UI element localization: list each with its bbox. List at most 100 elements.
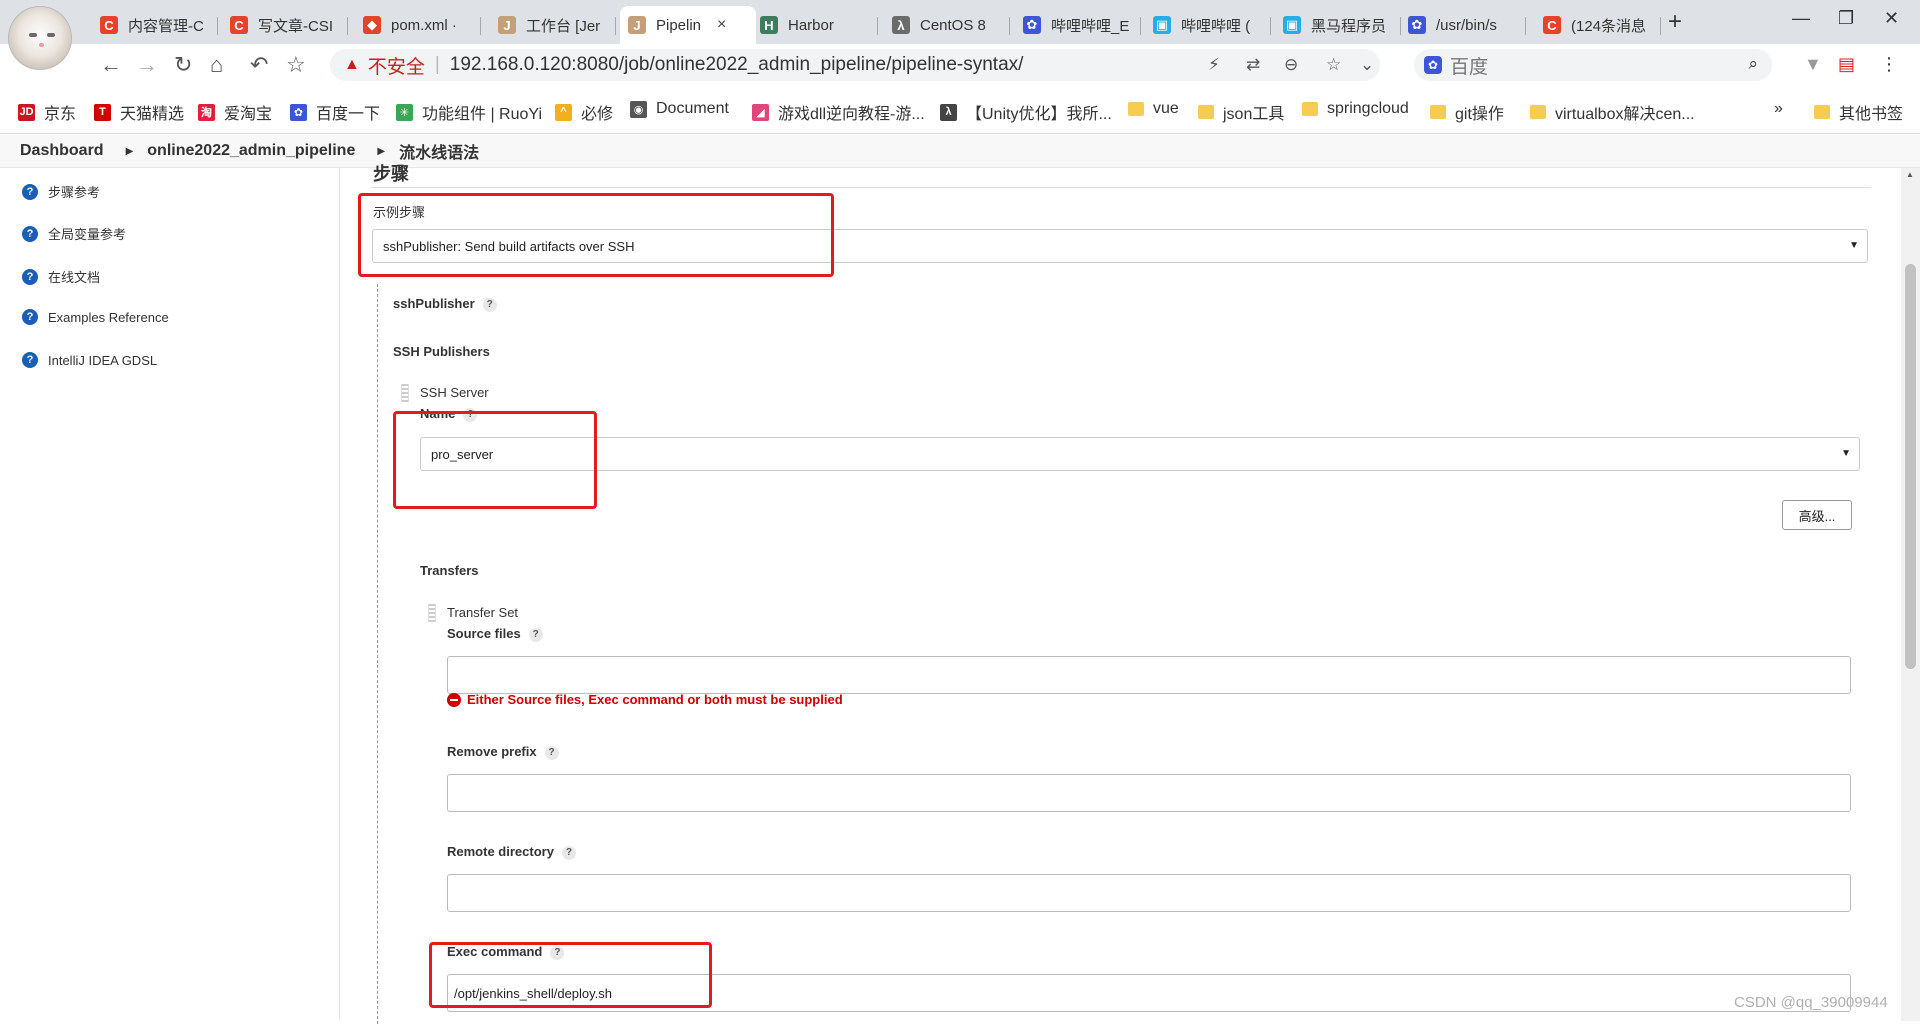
browser-tab[interactable]: ✿ 哔哩哔哩_E	[1015, 6, 1141, 44]
browser-tab[interactable]: ▣ 哔哩哔哩 (	[1145, 6, 1271, 44]
other-bookmarks-folder[interactable]: 其他书签	[1814, 100, 1903, 124]
browser-tab[interactable]: ✿ /usr/bin/s	[1400, 6, 1526, 44]
remove-prefix-input[interactable]	[447, 774, 1851, 812]
new-tab-button[interactable]: +	[1668, 8, 1682, 36]
bookmark-item[interactable]: T 天猫精选	[94, 100, 184, 124]
warning-icon: ▲	[344, 56, 360, 73]
browser-tab[interactable]: H Harbor	[752, 6, 878, 44]
search-box[interactable]: ✿ 百度 ⌕	[1414, 49, 1772, 81]
tab-label: CentOS 8	[920, 16, 986, 34]
highlight-box-exec-command	[429, 942, 712, 1008]
bookmark-item[interactable]: 淘爱淘宝	[198, 100, 272, 124]
breadcrumb-dashboard[interactable]: Dashboard	[20, 142, 104, 160]
sidebar-item-label: 全局变量参考	[48, 227, 127, 242]
maximize-button[interactable]: ❐	[1838, 8, 1854, 29]
home-button[interactable]: ⌂	[210, 52, 223, 78]
browser-tab[interactable]: J 工作台 [Jer	[490, 6, 616, 44]
tab-separator	[480, 17, 481, 35]
browser-tab[interactable]: J Pipelin ×	[620, 6, 756, 44]
url-text[interactable]: 192.168.0.120:8080/job/online2022_admin_…	[450, 54, 1024, 76]
ssh-server-name-select[interactable]: pro_server ▼	[420, 437, 1860, 471]
drag-handle-icon[interactable]	[401, 384, 409, 402]
bookmark-star-icon[interactable]: ☆	[286, 52, 306, 78]
more-bookmarks-button[interactable]: »	[1774, 100, 1783, 118]
bookmark-item[interactable]: springcloud	[1302, 100, 1409, 118]
bookmark-item[interactable]: git操作	[1430, 100, 1504, 124]
tab-label: 哔哩哔哩 (	[1181, 17, 1251, 35]
gitlab-icon: ◆	[363, 16, 381, 34]
bookmark-label: vue	[1153, 100, 1179, 117]
url-separator: |	[434, 54, 440, 75]
bookmark-item[interactable]: ◉ Document	[630, 100, 729, 118]
favorite-icon[interactable]: ☆	[1326, 55, 1341, 75]
window-close-button[interactable]: ✕	[1884, 8, 1899, 29]
profile-avatar[interactable]	[8, 6, 72, 70]
url-bar[interactable]: ▲ 不安全 | 192.168.0.120:8080/job/online202…	[330, 49, 1380, 81]
help-icon[interactable]: ?	[561, 846, 576, 860]
page-scrollbar[interactable]: ▲	[1901, 168, 1920, 1021]
sidebar-item-step-reference[interactable]: ? 步骤参考	[22, 182, 100, 201]
remote-directory-input[interactable]	[447, 874, 1851, 912]
sidebar-item-global-vars[interactable]: ? 全局变量参考	[22, 224, 126, 243]
harbor-icon: H	[760, 16, 778, 34]
bookmark-item[interactable]: vue	[1128, 100, 1179, 118]
browser-tab[interactable]: λ CentOS 8	[884, 6, 1010, 44]
help-icon[interactable]: ?	[544, 746, 559, 760]
advanced-button[interactable]: 高级...	[1782, 500, 1852, 530]
error-text: Either Source files, Exec command or bot…	[467, 692, 843, 707]
browser-tab[interactable]: C (124条消息	[1535, 6, 1661, 44]
bookmark-item[interactable]: λ 【Unity优化】我所...	[940, 100, 1112, 124]
game-icon: ◢	[752, 103, 769, 121]
lightning-icon[interactable]: ⚡	[1208, 55, 1220, 75]
sidebar-item-examples[interactable]: ? Examples Reference	[22, 309, 169, 325]
help-icon[interactable]: ?	[528, 628, 543, 642]
bookmark-item[interactable]: JD 京东	[18, 100, 76, 124]
close-tab-icon[interactable]: ×	[717, 16, 726, 34]
bookmark-item[interactable]: ◢ 游戏dll逆向教程-游...	[752, 100, 925, 124]
bookmark-item[interactable]: virtualbox解决cen...	[1530, 100, 1695, 124]
source-files-input[interactable]	[447, 656, 1851, 694]
drag-handle-icon[interactable]	[428, 604, 436, 622]
chevron-down-icon[interactable]: ⌄	[1360, 55, 1374, 75]
back-button[interactable]: ←	[100, 52, 122, 78]
reload-button[interactable]: ↻	[174, 52, 192, 78]
browser-tab[interactable]: ▣ 黑马程序员	[1275, 6, 1401, 44]
sidebar-item-online-docs[interactable]: ? 在线文档	[22, 267, 100, 286]
tab-label: 写文章-CSI	[258, 17, 334, 35]
zoom-icon[interactable]: ⊖	[1284, 55, 1298, 75]
jenkins-icon: J	[628, 16, 646, 34]
sidebar-item-intellij-gdsl[interactable]: ? IntelliJ IDEA GDSL	[22, 352, 157, 368]
browser-tab[interactable]: C 写文章-CSI	[222, 6, 348, 44]
tab-label: 内容管理-C	[128, 17, 204, 35]
undo-close-button[interactable]: ↶	[250, 52, 268, 78]
forward-button[interactable]: →	[136, 52, 158, 78]
browser-tab[interactable]: ◆ pom.xml ·	[355, 6, 481, 44]
bookmark-item[interactable]: json工具	[1198, 100, 1284, 124]
scrollbar-thumb[interactable]	[1905, 264, 1916, 669]
translate-icon[interactable]: ⇄	[1246, 55, 1260, 75]
bookmark-label: 天猫精选	[120, 106, 185, 123]
sidebar-item-label: 步骤参考	[48, 185, 101, 200]
search-icon[interactable]: ⌕	[1748, 54, 1758, 74]
jenkins-icon: J	[498, 16, 516, 34]
breadcrumb-page[interactable]: 流水线语法	[399, 139, 479, 163]
bookmark-label: virtualbox解决cen...	[1555, 106, 1695, 123]
extension-v-icon[interactable]: ▼	[1804, 54, 1822, 75]
section-title: 步骤	[373, 164, 409, 184]
menu-icon[interactable]: ⋮	[1880, 54, 1898, 75]
breadcrumb-job[interactable]: online2022_admin_pipeline	[147, 142, 355, 160]
tab-separator	[1525, 17, 1526, 35]
bookmark-label: 爱淘宝	[224, 106, 273, 123]
bookmark-item[interactable]: ^ 必修	[555, 100, 613, 124]
help-icon[interactable]: ?	[482, 298, 497, 312]
csdn-icon: C	[100, 16, 118, 34]
insecure-label[interactable]: 不安全	[368, 52, 425, 79]
ruoyi-icon: ✳	[396, 103, 413, 121]
address-bar-row: ← → ↻ ⌂ ↶ ☆ ▲ 不安全 | 192.168.0.120:8080/j…	[0, 44, 1920, 86]
browser-tab[interactable]: C 内容管理-C	[92, 6, 218, 44]
bookmark-item[interactable]: ✳ 功能组件 | RuoYi	[396, 100, 542, 124]
bookmark-item[interactable]: ✿ 百度一下	[290, 100, 380, 124]
scroll-up-icon[interactable]: ▲	[1906, 170, 1914, 179]
pdf-extension-icon[interactable]: ▤	[1838, 54, 1855, 75]
minimize-button[interactable]: —	[1792, 8, 1810, 29]
